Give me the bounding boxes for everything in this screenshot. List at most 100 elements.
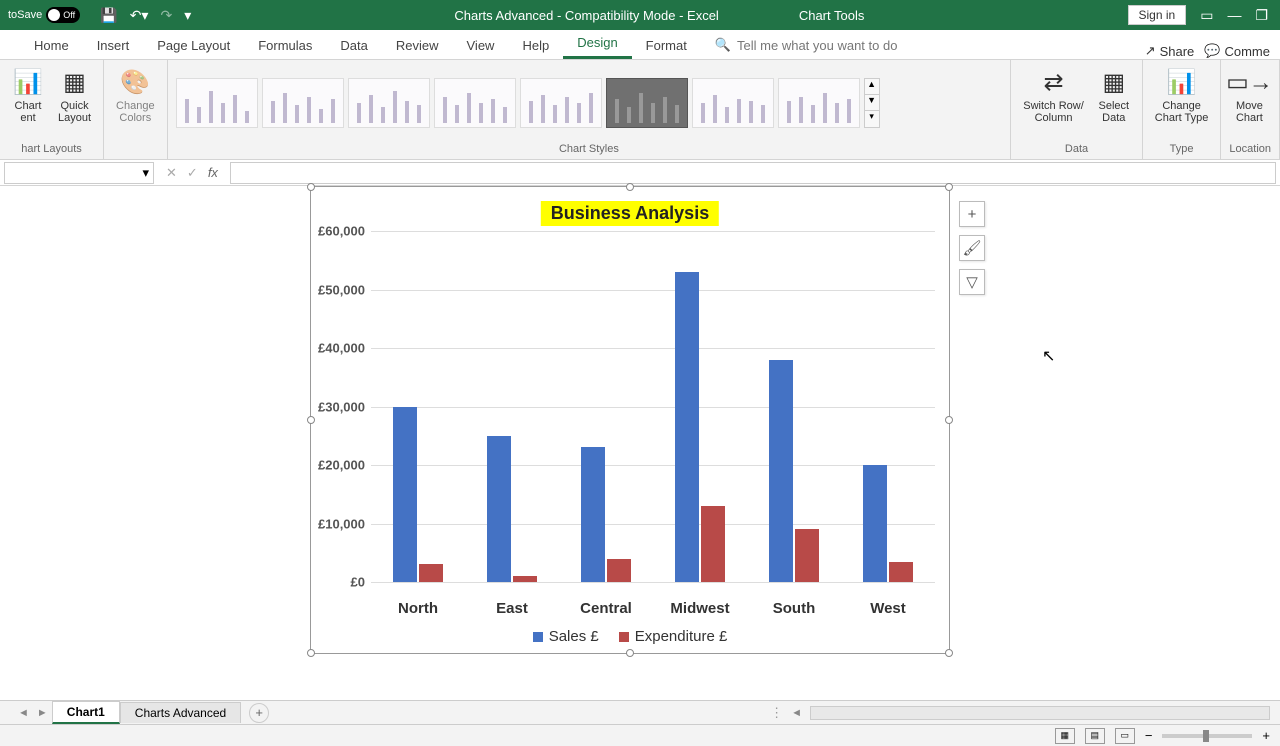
- bar-expenditure[interactable]: [889, 562, 913, 582]
- scroll-down-icon[interactable]: ▼: [865, 95, 879, 111]
- name-box-dropdown-icon[interactable]: ▾: [142, 165, 149, 181]
- tab-insert[interactable]: Insert: [83, 32, 144, 59]
- enter-icon[interactable]: ✓: [187, 165, 198, 181]
- ribbon-display-icon[interactable]: ▭: [1200, 7, 1213, 24]
- tab-view[interactable]: View: [453, 32, 509, 59]
- plot-area[interactable]: £0£10,000£20,000£30,000£40,000£50,000£60…: [371, 231, 935, 583]
- scroll-up-icon[interactable]: ▲: [865, 79, 879, 95]
- chart-legend[interactable]: Sales £ Expenditure £: [311, 628, 949, 645]
- normal-view-icon[interactable]: ▦: [1055, 728, 1075, 744]
- hscroll-track[interactable]: [810, 706, 1270, 720]
- minimize-icon[interactable]: —: [1227, 7, 1241, 23]
- chart-style-6[interactable]: [606, 78, 688, 128]
- bar-group[interactable]: [841, 231, 935, 582]
- chart-style-8[interactable]: [778, 78, 860, 128]
- hscroll-left-icon[interactable]: ◄: [787, 707, 806, 719]
- chart-filters-button[interactable]: ▽: [959, 269, 985, 295]
- chart-style-2[interactable]: [262, 78, 344, 128]
- bar-expenditure[interactable]: [795, 529, 819, 582]
- bar-expenditure[interactable]: [607, 559, 631, 582]
- change-chart-type-button[interactable]: 📊 Change Chart Type: [1151, 64, 1213, 126]
- tell-me-search[interactable]: 🔍 Tell me what you want to do: [701, 31, 912, 59]
- zoom-slider[interactable]: [1162, 734, 1252, 738]
- toggle-switch[interactable]: Off: [46, 7, 80, 23]
- tab-review[interactable]: Review: [382, 32, 453, 59]
- chart-style-7[interactable]: [692, 78, 774, 128]
- bar-sales[interactable]: [769, 360, 793, 582]
- tab-help[interactable]: Help: [508, 32, 563, 59]
- add-chart-element-button[interactable]: 📊 Chart ent: [8, 64, 48, 126]
- bar-expenditure[interactable]: [513, 576, 537, 582]
- tab-data[interactable]: Data: [326, 32, 381, 59]
- sheet-tab-chart1[interactable]: Chart1: [52, 701, 120, 724]
- bar-sales[interactable]: [393, 407, 417, 583]
- scroll-more-icon[interactable]: ▾: [865, 111, 879, 127]
- page-break-view-icon[interactable]: ▭: [1115, 728, 1135, 744]
- resize-handle[interactable]: [945, 416, 953, 424]
- bar-expenditure[interactable]: [701, 506, 725, 582]
- x-tick-label: West: [841, 600, 935, 617]
- bar-sales[interactable]: [675, 272, 699, 582]
- comments-button[interactable]: 💬Comme: [1204, 43, 1270, 59]
- redo-icon[interactable]: ↷: [160, 7, 172, 24]
- cancel-icon[interactable]: ✕: [166, 165, 177, 181]
- bar-group[interactable]: [371, 231, 465, 582]
- chart-styles-button[interactable]: 🖌: [959, 235, 985, 261]
- share-button[interactable]: ↗Share: [1145, 43, 1195, 59]
- tab-page-layout[interactable]: Page Layout: [143, 32, 244, 59]
- resize-handle[interactable]: [307, 183, 315, 191]
- tab-format[interactable]: Format: [632, 32, 701, 59]
- switch-row-column-button[interactable]: ⇄ Switch Row/ Column: [1019, 64, 1088, 126]
- zoom-in-button[interactable]: +: [1262, 728, 1270, 743]
- quick-layout-button[interactable]: ▦ Quick Layout: [54, 64, 95, 126]
- restore-icon[interactable]: ❐: [1255, 7, 1268, 24]
- chart-style-4[interactable]: [434, 78, 516, 128]
- chart-object[interactable]: + 🖌 ▽ Business Analysis £0£10,000£20,000…: [310, 186, 950, 654]
- legend-expenditure[interactable]: Expenditure £: [619, 628, 728, 645]
- tab-home[interactable]: Home: [20, 32, 83, 59]
- tab-formulas[interactable]: Formulas: [244, 32, 326, 59]
- chart-elements-button[interactable]: +: [959, 201, 985, 227]
- chart-title[interactable]: Business Analysis: [541, 201, 719, 226]
- bar-group[interactable]: [465, 231, 559, 582]
- autosave-toggle[interactable]: toSave Off: [0, 7, 88, 23]
- resize-handle[interactable]: [307, 416, 315, 424]
- bar-group[interactable]: [559, 231, 653, 582]
- select-data-button[interactable]: ▦ Select Data: [1094, 64, 1134, 126]
- x-tick-label: South: [747, 600, 841, 617]
- legend-sales[interactable]: Sales £: [533, 628, 599, 645]
- chart-style-gallery[interactable]: ▲ ▼ ▾: [176, 78, 880, 128]
- resize-handle[interactable]: [945, 183, 953, 191]
- sheet-nav-prev-icon[interactable]: ◄: [14, 707, 33, 719]
- resize-handle[interactable]: [945, 649, 953, 657]
- resize-handle[interactable]: [307, 649, 315, 657]
- bar-sales[interactable]: [487, 436, 511, 582]
- bar-sales[interactable]: [581, 447, 605, 582]
- bar-group[interactable]: [653, 231, 747, 582]
- chart-style-5[interactable]: [520, 78, 602, 128]
- resize-handle[interactable]: [626, 183, 634, 191]
- hscroll-handle-icon[interactable]: ⋮: [770, 705, 783, 721]
- move-chart-button[interactable]: ▭→ Move Chart: [1229, 64, 1269, 126]
- fx-icon[interactable]: fx: [208, 165, 218, 181]
- undo-icon[interactable]: ↶▾: [130, 7, 149, 24]
- chart-style-1[interactable]: [176, 78, 258, 128]
- style-scroll[interactable]: ▲ ▼ ▾: [864, 78, 880, 128]
- signin-button[interactable]: Sign in: [1128, 5, 1187, 25]
- bar-sales[interactable]: [863, 465, 887, 582]
- chart-style-3[interactable]: [348, 78, 430, 128]
- formula-input[interactable]: [230, 162, 1276, 184]
- qat-dropdown-icon[interactable]: ▾: [184, 7, 191, 24]
- bar-expenditure[interactable]: [419, 564, 443, 582]
- page-layout-view-icon[interactable]: ▤: [1085, 728, 1105, 744]
- tab-design[interactable]: Design: [563, 29, 631, 59]
- change-colors-button[interactable]: 🎨 Change Colors: [112, 64, 159, 126]
- worksheet-area[interactable]: + 🖌 ▽ Business Analysis £0£10,000£20,000…: [0, 186, 1280, 700]
- zoom-out-button[interactable]: −: [1145, 728, 1153, 743]
- bar-group[interactable]: [747, 231, 841, 582]
- sheet-nav-next-icon[interactable]: ►: [33, 707, 52, 719]
- change-type-icon: 📊: [1166, 66, 1198, 98]
- name-box[interactable]: ▾: [4, 162, 154, 184]
- resize-handle[interactable]: [626, 649, 634, 657]
- save-icon[interactable]: 💾: [100, 7, 117, 24]
